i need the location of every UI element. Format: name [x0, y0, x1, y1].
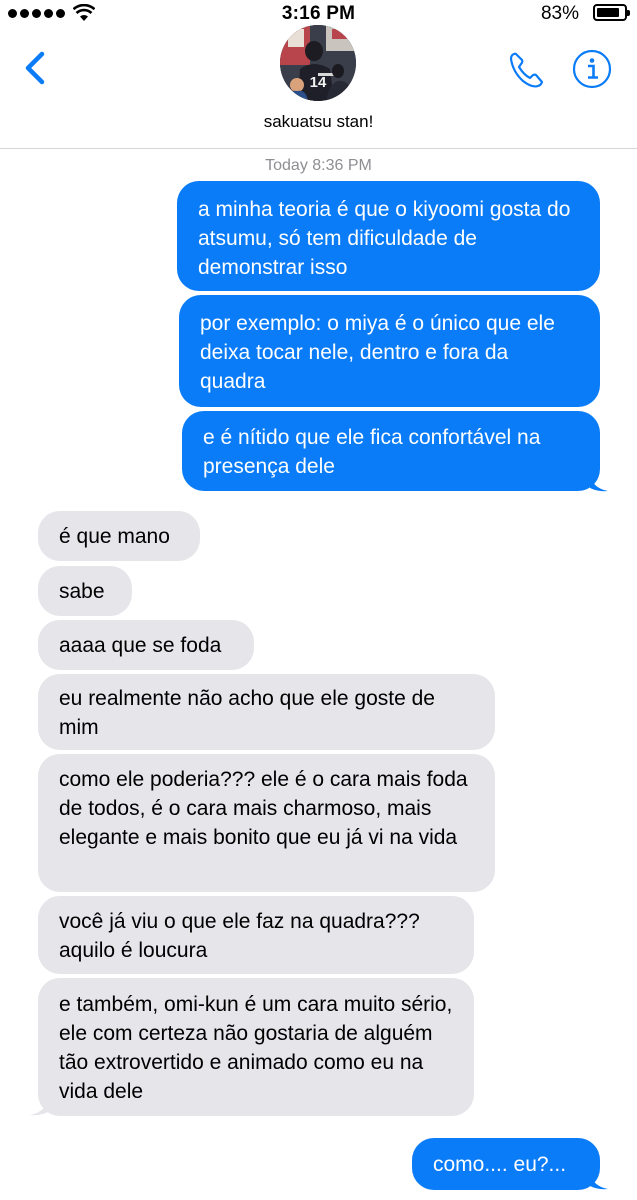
- outgoing-bubble-tail: [590, 1172, 608, 1190]
- message-text: aaaa que se foda: [59, 634, 222, 657]
- outgoing-message-bubble[interactable]: e é nítido que ele fica confortável na p…: [182, 411, 600, 491]
- message-text: por exemplo: o miya é o único que ele de…: [200, 312, 555, 393]
- avatar-photo: 14: [280, 25, 356, 101]
- outgoing-message-bubble[interactable]: por exemplo: o miya é o único que ele de…: [179, 295, 600, 407]
- incoming-message-bubble[interactable]: aaaa que se foda: [38, 620, 254, 670]
- incoming-message-bubble[interactable]: sabe: [38, 566, 132, 616]
- incoming-message-bubble[interactable]: é que mano: [38, 511, 200, 561]
- conversation-timestamp: Today 8:36 PM: [265, 157, 372, 174]
- message-text: a minha teoria é que o kiyoomi gosta do …: [198, 198, 571, 279]
- incoming-message-bubble[interactable]: e também, omi-kun é um cara muito sério,…: [38, 978, 474, 1116]
- message-text: e é nítido que ele fica confortável na p…: [203, 426, 541, 478]
- svg-text:14: 14: [310, 74, 327, 91]
- contact-name[interactable]: sakuatsu stan!: [0, 112, 637, 132]
- incoming-bubble-tail: [30, 1098, 48, 1116]
- incoming-message-bubble[interactable]: eu realmente não acho que ele goste de m…: [38, 674, 495, 750]
- contact-avatar[interactable]: 14: [280, 25, 356, 101]
- message-text: sabe: [59, 580, 105, 603]
- chevron-left-icon[interactable]: [18, 46, 58, 90]
- battery-icon: [593, 4, 630, 21]
- info-icon[interactable]: [571, 48, 613, 90]
- outgoing-message-bubble[interactable]: como.... eu?...: [412, 1138, 600, 1190]
- message-text: como ele poderia??? ele é o cara mais fo…: [59, 768, 468, 849]
- message-text: é que mano: [59, 525, 170, 548]
- incoming-message-bubble[interactable]: como ele poderia??? ele é o cara mais fo…: [38, 754, 495, 892]
- message-text: você já viu o que ele faz na quadra??? a…: [59, 910, 420, 962]
- message-text: como.... eu?...: [433, 1153, 567, 1176]
- outgoing-bubble-tail: [590, 474, 608, 492]
- outgoing-message-bubble[interactable]: a minha teoria é que o kiyoomi gosta do …: [177, 181, 600, 291]
- message-text: eu realmente não acho que ele goste de m…: [59, 687, 435, 739]
- conversation-header: 14 sakuatsu stan!: [0, 22, 637, 149]
- message-text: e também, omi-kun é um cara muito sério,…: [59, 993, 453, 1103]
- phone-icon[interactable]: [505, 48, 547, 90]
- incoming-message-bubble[interactable]: você já viu o que ele faz na quadra??? a…: [38, 896, 474, 974]
